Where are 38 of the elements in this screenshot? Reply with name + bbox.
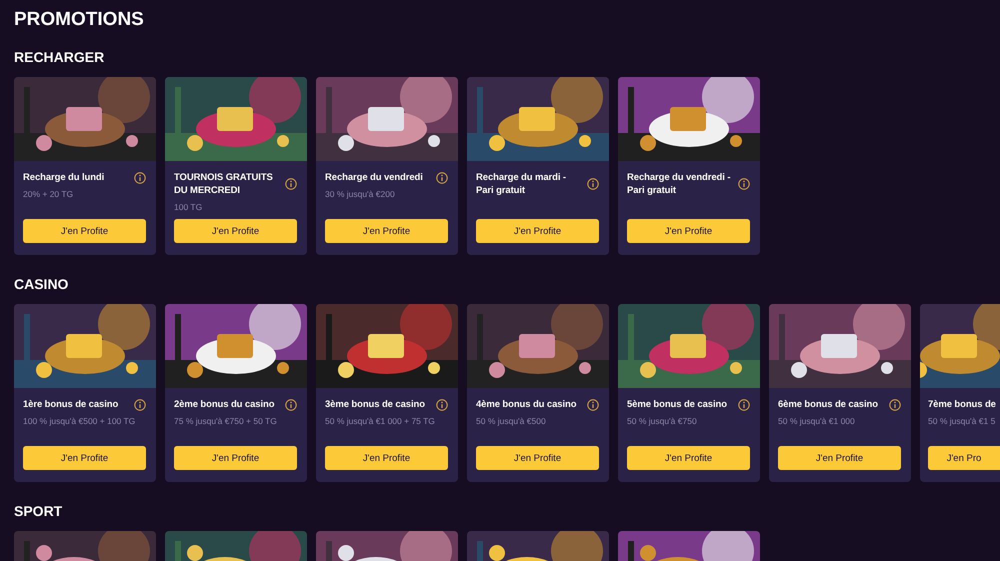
promo-title: 3ème bonus de casino <box>325 398 426 411</box>
claim-button[interactable]: J'en Profite <box>476 219 599 243</box>
section-title: CASINO <box>14 275 70 293</box>
promo-subtitle: 30 % jusqu'à €200 <box>325 189 396 200</box>
claim-button[interactable]: J'en Profite <box>174 446 297 470</box>
claim-button[interactable]: J'en Profite <box>325 219 448 243</box>
promo-subtitle: 50 % jusqu'à €1 5 <box>928 416 996 427</box>
promo-subtitle: 75 % jusqu'à €750 + 50 TG <box>174 416 278 427</box>
promo-title: Recharge du lundi <box>23 171 106 184</box>
section-title: SPORT <box>14 502 64 520</box>
promo-title: 7ème bonus de <box>928 398 997 411</box>
claim-button[interactable]: J'en Profite <box>627 219 750 243</box>
promo-title: Recharge du vendredi - Pari gratuit <box>627 171 732 197</box>
promo-title: Recharge du mardi - Pari gratuit <box>476 171 567 197</box>
claim-button[interactable]: J'en Profite <box>778 446 901 470</box>
claim-button[interactable]: J'en Profite <box>23 446 146 470</box>
promo-title: TOURNOIS GRATUITS DU MERCREDI <box>174 171 274 197</box>
claim-button[interactable]: J'en Pro <box>928 446 1000 470</box>
claim-button[interactable]: J'en Profite <box>325 446 448 470</box>
promo-title: 1ère bonus de casino <box>23 398 120 411</box>
promo-title: 2ème bonus du casino <box>174 398 276 411</box>
promo-subtitle: 50 % jusqu'à €500 <box>476 416 547 427</box>
promo-title: 4ème bonus du casino <box>476 398 578 411</box>
promo-subtitle: 50 % jusqu'à €1 000 <box>778 416 856 427</box>
claim-button[interactable]: J'en Profite <box>476 446 599 470</box>
promo-subtitle: 100 TG <box>174 202 204 213</box>
promo-title: 6ème bonus de casino <box>778 398 879 411</box>
page-title: PROMOTIONS <box>14 8 145 32</box>
promo-title: 5ème bonus de casino <box>627 398 728 411</box>
claim-button[interactable]: J'en Profite <box>174 219 297 243</box>
promo-subtitle: 50 % jusqu'à €750 <box>627 416 698 427</box>
promo-title: Recharge du vendredi <box>325 171 424 184</box>
claim-button[interactable]: J'en Profite <box>627 446 750 470</box>
claim-button[interactable]: J'en Profite <box>23 219 146 243</box>
section-title: RECHARGER <box>14 48 106 66</box>
promo-subtitle: 100 % jusqu'à €500 + 100 TG <box>23 416 136 427</box>
promo-subtitle: 20% + 20 TG <box>23 189 74 200</box>
promo-subtitle: 50 % jusqu'à €1 000 + 75 TG <box>325 416 436 427</box>
